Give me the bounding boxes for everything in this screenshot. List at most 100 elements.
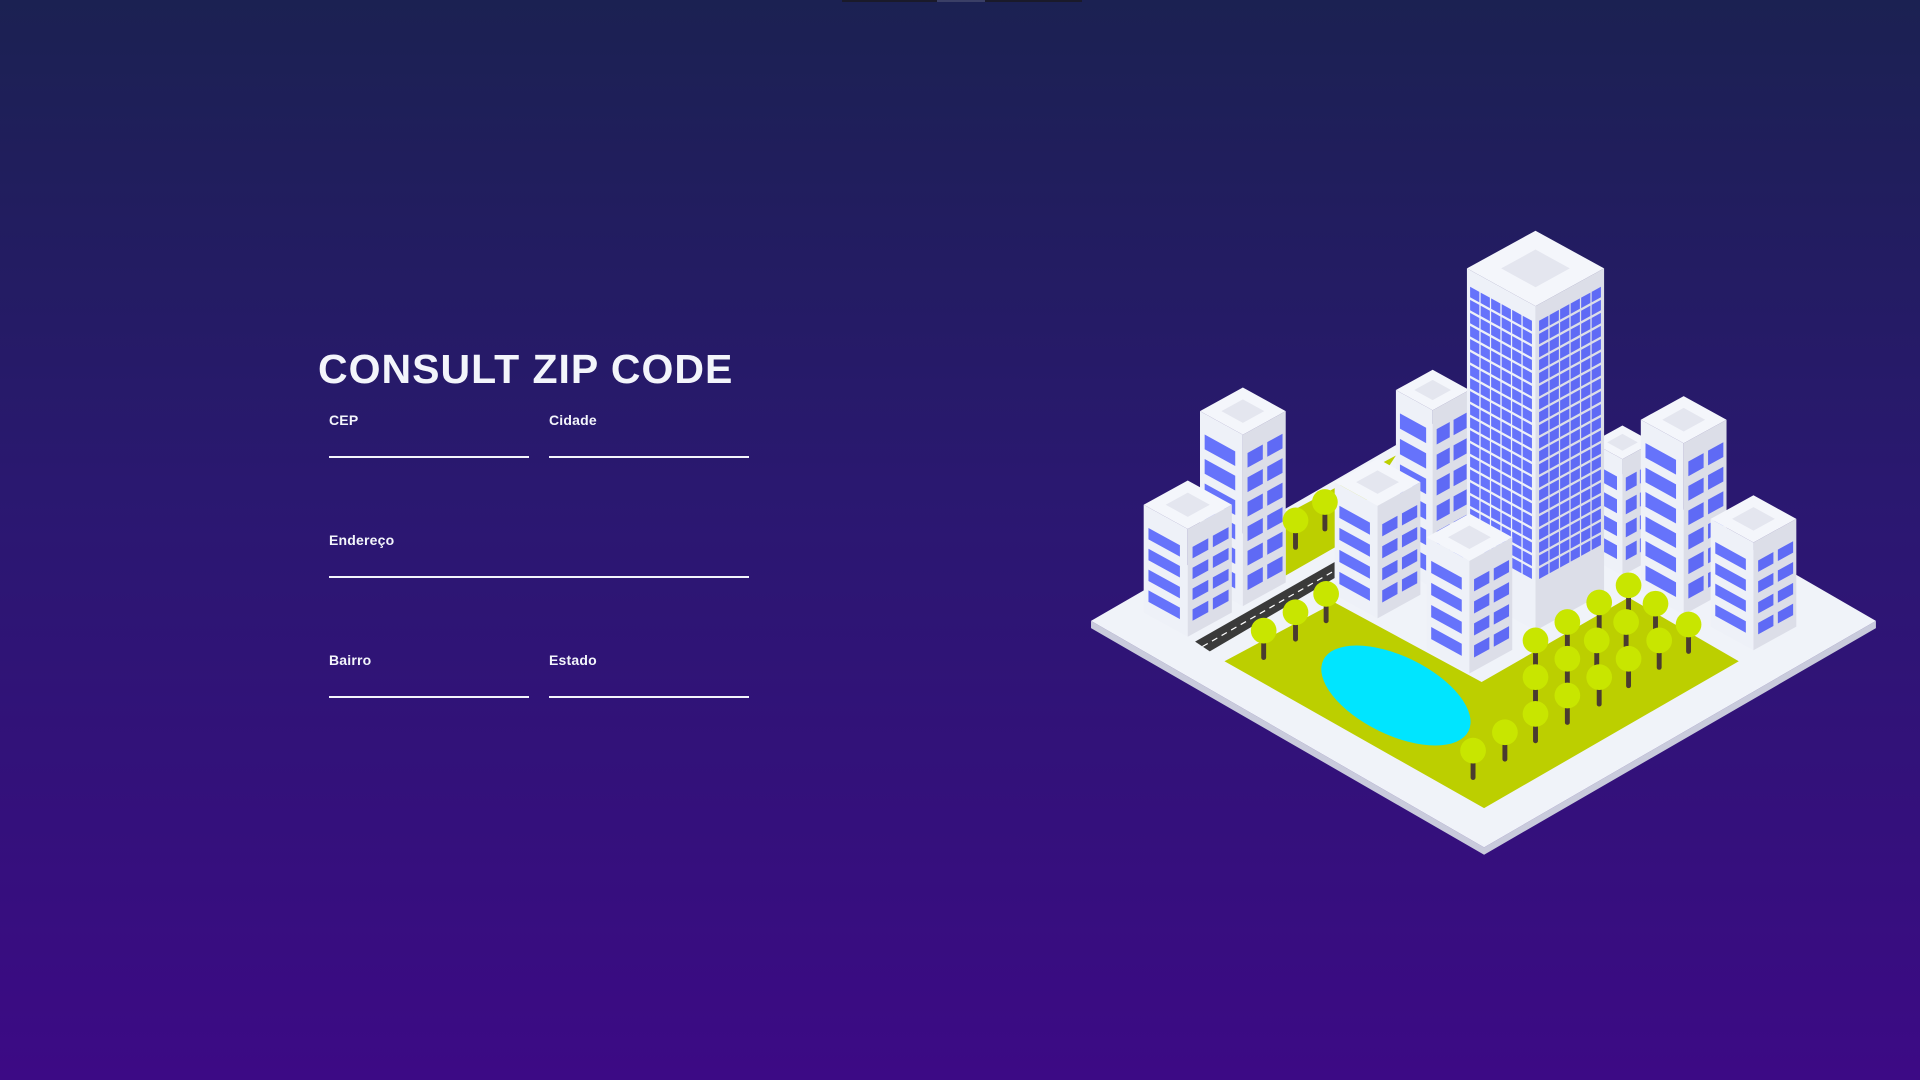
window bbox=[1436, 524, 1450, 547]
window bbox=[1522, 498, 1532, 514]
window bbox=[1480, 305, 1490, 322]
window bbox=[1591, 325, 1601, 342]
window bbox=[1470, 521, 1480, 538]
roof-block bbox=[1221, 399, 1265, 423]
window bbox=[1470, 482, 1480, 498]
window bbox=[1512, 388, 1522, 404]
estado-input[interactable] bbox=[549, 676, 749, 698]
window bbox=[1512, 557, 1522, 574]
window bbox=[1204, 507, 1236, 540]
window bbox=[1453, 540, 1467, 563]
window bbox=[1560, 421, 1570, 438]
tree-crown bbox=[1586, 664, 1613, 690]
window bbox=[1491, 480, 1501, 497]
window bbox=[1501, 434, 1511, 451]
window bbox=[1399, 438, 1427, 469]
endereco-input[interactable] bbox=[329, 556, 749, 578]
tree-trunk bbox=[1596, 602, 1602, 632]
window bbox=[1581, 292, 1591, 309]
window bbox=[1570, 546, 1580, 562]
window bbox=[1581, 501, 1591, 517]
tree bbox=[1460, 737, 1486, 780]
window bbox=[1549, 349, 1559, 365]
window bbox=[1480, 409, 1490, 426]
roof-block bbox=[1501, 249, 1570, 288]
window bbox=[1491, 376, 1501, 393]
window bbox=[1501, 356, 1511, 372]
window bbox=[1581, 527, 1591, 543]
building-roof bbox=[1395, 369, 1470, 411]
building-front-mid bbox=[1426, 513, 1513, 674]
window bbox=[1512, 309, 1522, 326]
window bbox=[1436, 549, 1450, 573]
window bbox=[1480, 462, 1490, 478]
window bbox=[1204, 556, 1236, 589]
window bbox=[1501, 486, 1511, 503]
window bbox=[1480, 475, 1490, 491]
window bbox=[1401, 527, 1418, 548]
window bbox=[1591, 404, 1601, 420]
window bbox=[1591, 352, 1601, 368]
window bbox=[1470, 365, 1480, 381]
tree-crown bbox=[1492, 719, 1518, 746]
window bbox=[1148, 590, 1180, 620]
tree bbox=[1675, 611, 1702, 654]
window bbox=[1549, 518, 1559, 535]
window bbox=[1470, 391, 1480, 407]
cep-input[interactable] bbox=[329, 436, 529, 458]
window bbox=[1480, 488, 1490, 504]
building-left-face bbox=[1640, 419, 1684, 615]
window bbox=[1591, 299, 1601, 316]
road bbox=[1195, 562, 1335, 652]
window bbox=[1549, 414, 1559, 430]
window bbox=[1491, 546, 1501, 562]
window bbox=[1777, 541, 1794, 562]
window bbox=[1204, 458, 1236, 491]
window bbox=[1777, 582, 1794, 603]
window bbox=[1549, 440, 1559, 456]
window bbox=[1512, 453, 1522, 469]
tree-trunk bbox=[1293, 612, 1298, 642]
window bbox=[1399, 464, 1427, 495]
window bbox=[1480, 357, 1490, 374]
window bbox=[1591, 443, 1601, 459]
window bbox=[1267, 556, 1283, 580]
window bbox=[1570, 428, 1580, 445]
window bbox=[1491, 389, 1501, 406]
tree bbox=[1554, 682, 1581, 725]
window bbox=[1192, 600, 1209, 621]
window bbox=[1247, 566, 1263, 591]
window bbox=[1267, 531, 1283, 555]
cidade-input[interactable] bbox=[549, 436, 749, 458]
window bbox=[1570, 533, 1580, 549]
window bbox=[1512, 414, 1522, 430]
window bbox=[1470, 378, 1480, 394]
window bbox=[1512, 349, 1522, 365]
window bbox=[1581, 540, 1591, 556]
window bbox=[1192, 538, 1209, 559]
window bbox=[1501, 395, 1511, 411]
window bbox=[1570, 441, 1580, 458]
window bbox=[1688, 551, 1704, 575]
window bbox=[1453, 463, 1467, 487]
window bbox=[1645, 467, 1677, 500]
window bbox=[1777, 603, 1794, 624]
window bbox=[1247, 493, 1263, 517]
window bbox=[1570, 376, 1580, 393]
window bbox=[1539, 433, 1549, 449]
bairro-input[interactable] bbox=[329, 676, 529, 698]
tree bbox=[1646, 627, 1673, 670]
window bbox=[1570, 415, 1580, 432]
window bbox=[1758, 552, 1774, 572]
window bbox=[1581, 475, 1591, 491]
window bbox=[1204, 532, 1236, 564]
window bbox=[1493, 582, 1510, 603]
tree-trunk bbox=[1322, 502, 1328, 532]
window bbox=[1501, 382, 1511, 398]
window bbox=[1715, 542, 1746, 571]
building-left-face bbox=[1466, 268, 1536, 631]
window bbox=[1595, 533, 1617, 560]
tree-trunk bbox=[1626, 658, 1632, 689]
window bbox=[1581, 422, 1591, 439]
tree-crown bbox=[1522, 664, 1549, 690]
